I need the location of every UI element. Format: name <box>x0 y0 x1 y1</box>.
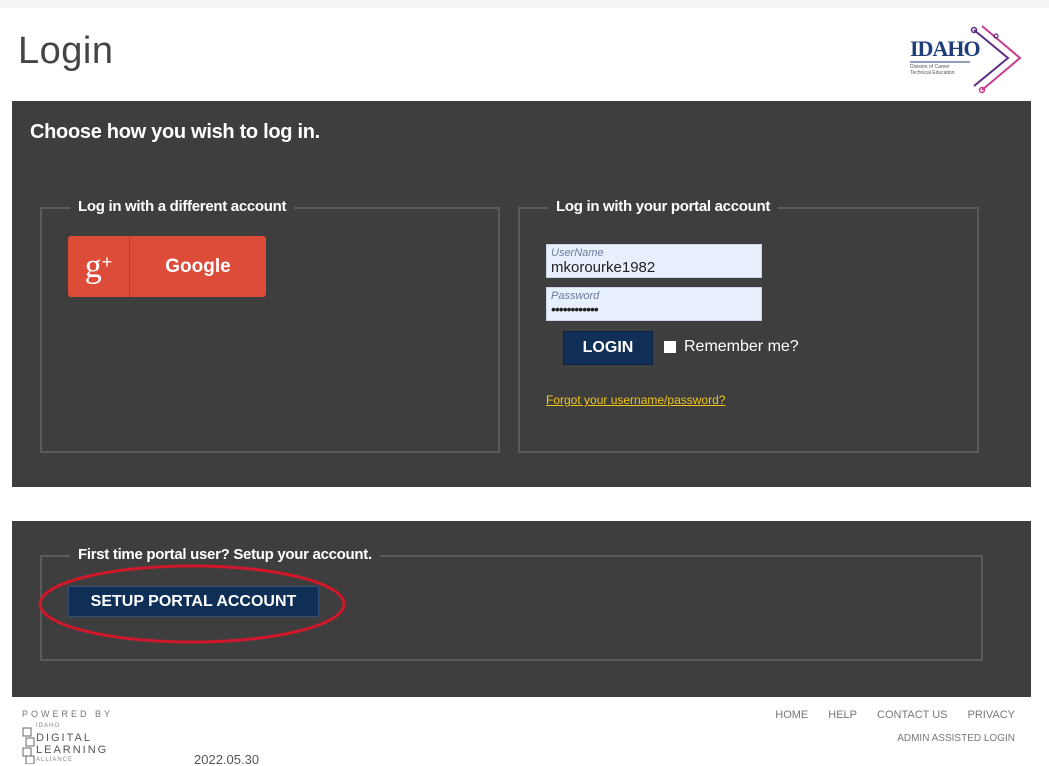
dla-logo-icon: IDAHO DIGITAL LEARNING ALLIANCE <box>22 722 152 766</box>
portal-login-legend: Log in with your portal account <box>548 198 779 215</box>
version-label: 2022.05.30 <box>194 752 260 766</box>
dla-idaho: IDAHO <box>36 723 61 729</box>
footer-link-help[interactable]: HELP <box>828 709 857 721</box>
top-strip <box>0 0 1049 8</box>
footer-nav: HOME HELP CONTACT US PRIVACY <box>775 709 1015 721</box>
remember-me-label: Remember me? <box>684 338 799 355</box>
google-plus-icon: g + <box>68 236 130 297</box>
choose-login-heading: Choose how you wish to log in. <box>30 121 320 143</box>
footer-link-privacy[interactable]: PRIVACY <box>968 709 1015 721</box>
username-input[interactable]: UserName mkorourke1982 <box>546 244 762 278</box>
forgot-credentials-link[interactable]: Forgot your username/password? <box>546 393 725 407</box>
remember-me-group: Remember me? <box>664 338 799 356</box>
dla-line-digital: DIGITAL <box>36 732 92 744</box>
annotation-ellipse <box>38 564 346 644</box>
admin-assisted-login-link[interactable]: ADMIN ASSISTED LOGIN <box>897 733 1015 744</box>
login-panel: Choose how you wish to log in. Log in wi… <box>12 101 1031 487</box>
username-value: mkorourke1982 <box>551 259 656 276</box>
password-mask: •••••••••••• <box>551 301 599 317</box>
password-input[interactable]: Password •••••••••••• <box>546 287 762 321</box>
powered-by-label: POWERED BY <box>22 709 114 719</box>
login-button[interactable]: LOGIN <box>563 331 653 365</box>
logo-word: IDAHO <box>910 36 981 61</box>
logo-subtitle: Division of Career Technical Education <box>910 64 955 76</box>
dla-line-learning: LEARNING <box>36 744 109 756</box>
footer-link-home[interactable]: HOME <box>775 709 808 721</box>
footer-link-contact[interactable]: CONTACT US <box>877 709 948 721</box>
google-login-button[interactable]: g + Google <box>68 236 266 297</box>
google-login-label: Google <box>165 255 231 277</box>
dla-line-alliance: ALLIANCE <box>36 757 74 763</box>
remember-me-checkbox[interactable] <box>664 341 676 353</box>
external-login-legend: Log in with a different account <box>70 198 295 215</box>
idaho-logo-icon: IDAHO Division of Career Technical Educa… <box>896 22 1026 94</box>
page-title: Login <box>18 30 114 72</box>
username-placeholder: UserName <box>551 247 604 259</box>
